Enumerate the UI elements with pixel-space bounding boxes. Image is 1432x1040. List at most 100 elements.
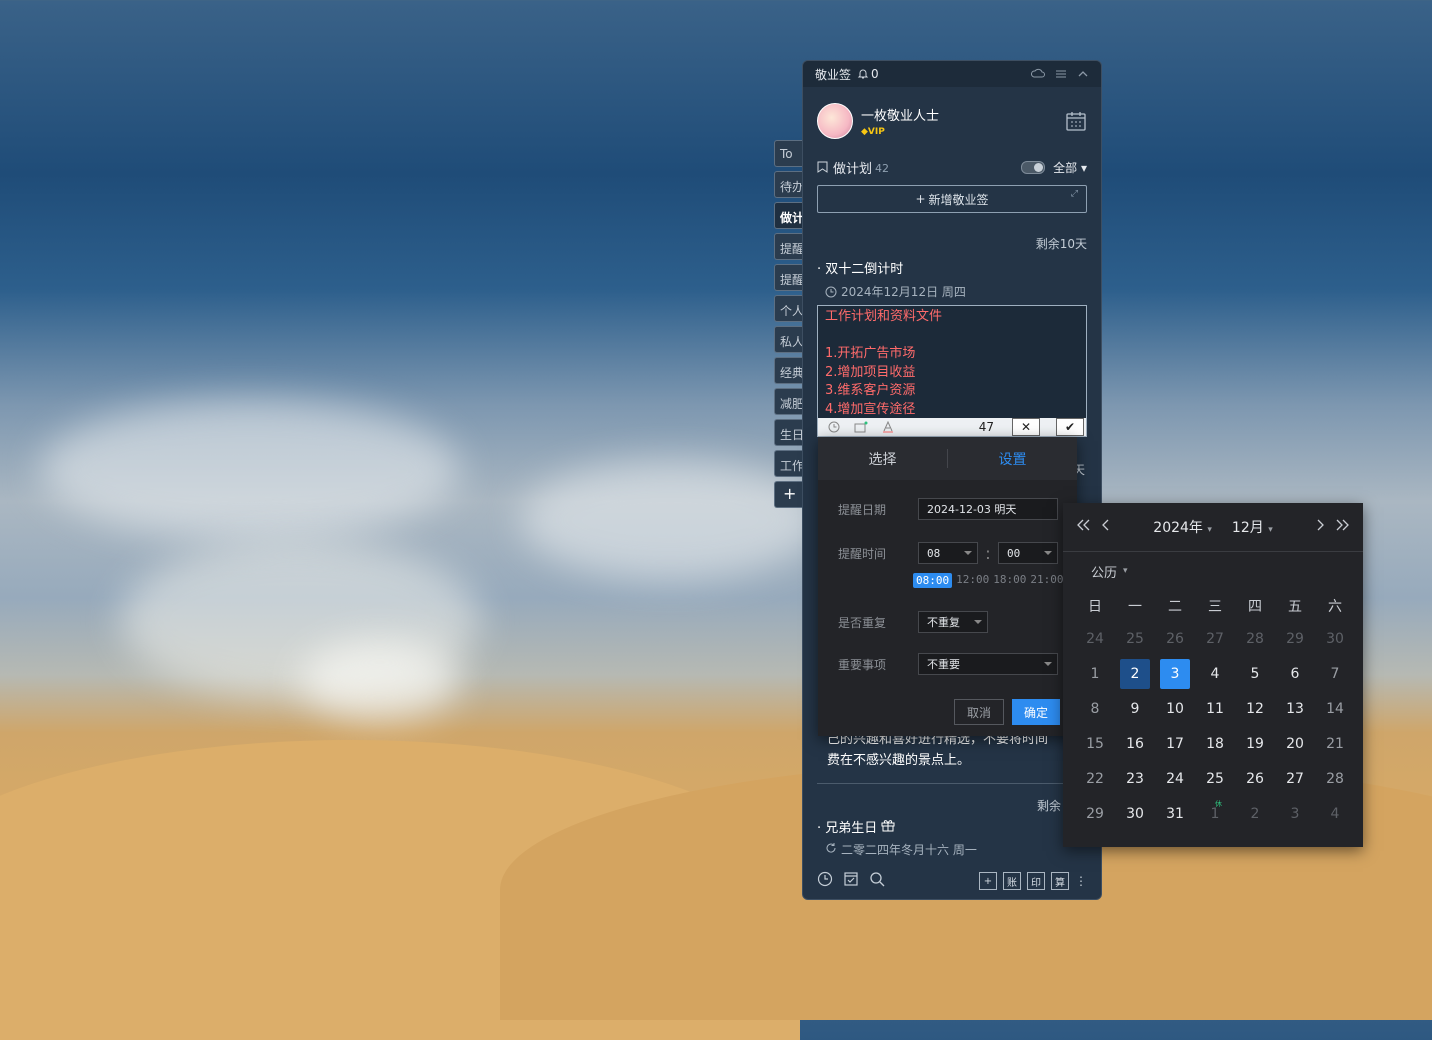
filter-dropdown[interactable]: 全部 ▾ xyxy=(1053,159,1087,176)
side-tab-pending[interactable]: 待办 xyxy=(774,171,804,198)
print-button[interactable]: 印 xyxy=(1027,872,1045,890)
add-note-button[interactable]: + 新增敬业签 ⤢ xyxy=(817,185,1087,213)
alarm-icon[interactable] xyxy=(828,421,840,433)
next-month-icon[interactable] xyxy=(1315,518,1325,536)
calendar-day[interactable]: 18 xyxy=(1195,726,1235,761)
hour-select[interactable]: 08 xyxy=(918,542,978,564)
collapse-icon[interactable] xyxy=(1077,68,1089,80)
quick-time-2100[interactable]: 21:00 xyxy=(1030,573,1063,588)
side-tab-plan[interactable]: 做计 xyxy=(774,202,804,229)
menu-icon[interactable] xyxy=(1055,68,1067,80)
calendar-day[interactable]: 4 xyxy=(1195,656,1235,691)
expand-icon[interactable]: ⤢ xyxy=(1071,189,1078,199)
add-square-icon[interactable]: + xyxy=(979,872,997,890)
month-select[interactable]: 12月 ▾ xyxy=(1232,517,1273,537)
calendar-day[interactable]: 13 xyxy=(1275,691,1315,726)
history-icon[interactable] xyxy=(817,871,833,891)
calendar-day-outside[interactable]: 3 xyxy=(1275,796,1315,831)
prev-month-icon[interactable] xyxy=(1101,518,1111,536)
side-tab-work[interactable]: 工作 xyxy=(774,450,804,477)
calendar-day[interactable]: 6 xyxy=(1275,656,1315,691)
attachment-icon[interactable] xyxy=(854,421,868,433)
calendar-day[interactable]: 24 xyxy=(1155,761,1195,796)
calendar-day[interactable]: 5 xyxy=(1235,656,1275,691)
calendar-day[interactable]: 29 xyxy=(1075,796,1115,831)
note-editor[interactable]: 工作计划和资料文件 1.开拓广告市场 2.增加项目收益 3.维系客户资源 4.增… xyxy=(817,305,1087,437)
calendar-day[interactable]: 25 xyxy=(1195,761,1235,796)
calendar-day-outside[interactable]: 30 xyxy=(1315,621,1355,656)
calendar-day[interactable]: 17 xyxy=(1155,726,1195,761)
search-icon[interactable] xyxy=(869,871,885,891)
calendar-day[interactable]: 15 xyxy=(1075,726,1115,761)
calendar-day-outside[interactable]: 24 xyxy=(1075,621,1115,656)
calendar-day[interactable]: 14 xyxy=(1315,691,1355,726)
calendar-day[interactable]: 30 xyxy=(1115,796,1155,831)
calendar-day[interactable]: 3 xyxy=(1155,656,1195,691)
calendar-day[interactable]: 22 xyxy=(1075,761,1115,796)
calendar-day-outside[interactable]: 4 xyxy=(1315,796,1355,831)
calendar-day[interactable]: 28 xyxy=(1315,761,1355,796)
calendar-day[interactable]: 8 xyxy=(1075,691,1115,726)
calendar-day-outside[interactable]: 25 xyxy=(1115,621,1155,656)
cloud-sync-icon[interactable] xyxy=(1031,68,1045,80)
calendar-day[interactable]: 31 xyxy=(1155,796,1195,831)
side-tab-reminder-2[interactable]: 提醒 xyxy=(774,264,804,291)
calc-button[interactable]: 算 xyxy=(1051,872,1069,890)
more-icon[interactable]: ⋮ xyxy=(1075,874,1087,888)
calendar-day-outside[interactable]: 26 xyxy=(1155,621,1195,656)
side-tab-todo[interactable]: To xyxy=(774,140,804,167)
year-select[interactable]: 2024年 ▾ xyxy=(1153,517,1212,537)
calendar-day[interactable]: 20 xyxy=(1275,726,1315,761)
calendar-day[interactable]: 1 xyxy=(1075,656,1115,691)
quick-time-1800[interactable]: 18:00 xyxy=(993,573,1026,588)
text-color-icon[interactable] xyxy=(882,421,894,433)
date-input[interactable]: 2024-12-03 明天 xyxy=(918,498,1058,520)
calendar-day[interactable]: 21 xyxy=(1315,726,1355,761)
side-tab-diet[interactable]: 减肥 xyxy=(774,388,804,415)
calendar-icon[interactable] xyxy=(1065,110,1087,132)
side-tab-reminder-1[interactable]: 提醒 xyxy=(774,233,804,260)
calendar-day[interactable]: 23 xyxy=(1115,761,1155,796)
tab-select[interactable]: 选择 xyxy=(818,437,947,480)
plan-toggle[interactable] xyxy=(1021,160,1046,174)
calendar-day-outside[interactable]: 28 xyxy=(1235,621,1275,656)
calendar-day-outside[interactable]: 29 xyxy=(1275,621,1315,656)
side-tab-private[interactable]: 私人 xyxy=(774,326,804,353)
confirm-button[interactable]: 确定 xyxy=(1012,699,1060,725)
calendar-day[interactable]: 9 xyxy=(1115,691,1155,726)
calendar-day[interactable]: 19 xyxy=(1235,726,1275,761)
calendar-day[interactable]: 16 xyxy=(1115,726,1155,761)
calendar-day-outside[interactable]: 2 xyxy=(1235,796,1275,831)
quick-time-0800[interactable]: 08:00 xyxy=(913,573,953,588)
quick-time-1200[interactable]: 12:00 xyxy=(956,573,989,588)
side-tab-personal[interactable]: 个人 xyxy=(774,295,804,322)
avatar[interactable] xyxy=(817,103,853,139)
calendar-day[interactable]: 27 xyxy=(1275,761,1315,796)
calendar-mode-select[interactable]: 公历 ▾ xyxy=(1063,552,1363,590)
account-button[interactable]: 账 xyxy=(1003,872,1021,890)
calendar-day[interactable]: 11 xyxy=(1195,691,1235,726)
side-tab-add-button[interactable]: + xyxy=(774,481,804,508)
prev-year-icon[interactable] xyxy=(1075,518,1091,536)
checklist-icon[interactable] xyxy=(843,871,859,891)
next-year-icon[interactable] xyxy=(1335,518,1351,536)
birthday-title[interactable]: · 兄弟生日 xyxy=(817,817,895,836)
calendar-day[interactable]: 10 xyxy=(1155,691,1195,726)
side-tab-classic[interactable]: 经典 xyxy=(774,357,804,384)
important-select[interactable]: 不重要 xyxy=(918,653,1058,675)
side-tab-birthday[interactable]: 生日 xyxy=(774,419,804,446)
tab-settings[interactable]: 设置 xyxy=(948,437,1077,480)
note-title[interactable]: · 双十二倒计时 xyxy=(803,258,1101,277)
editor-confirm-button[interactable]: ✔ xyxy=(1056,418,1084,436)
calendar-day[interactable]: 26 xyxy=(1235,761,1275,796)
calendar-day[interactable]: 2 xyxy=(1115,656,1155,691)
cancel-button[interactable]: 取消 xyxy=(954,699,1004,725)
repeat-select[interactable]: 不重复 xyxy=(918,611,988,633)
bell-icon[interactable] xyxy=(857,68,869,80)
calendar-day-outside[interactable]: 27 xyxy=(1195,621,1235,656)
calendar-day[interactable]: 7 xyxy=(1315,656,1355,691)
calendar-day[interactable]: 12 xyxy=(1235,691,1275,726)
editor-cancel-button[interactable]: ✕ xyxy=(1012,418,1040,436)
calendar-day-outside[interactable]: 1休 xyxy=(1195,796,1235,831)
minute-select[interactable]: 00 xyxy=(998,542,1058,564)
